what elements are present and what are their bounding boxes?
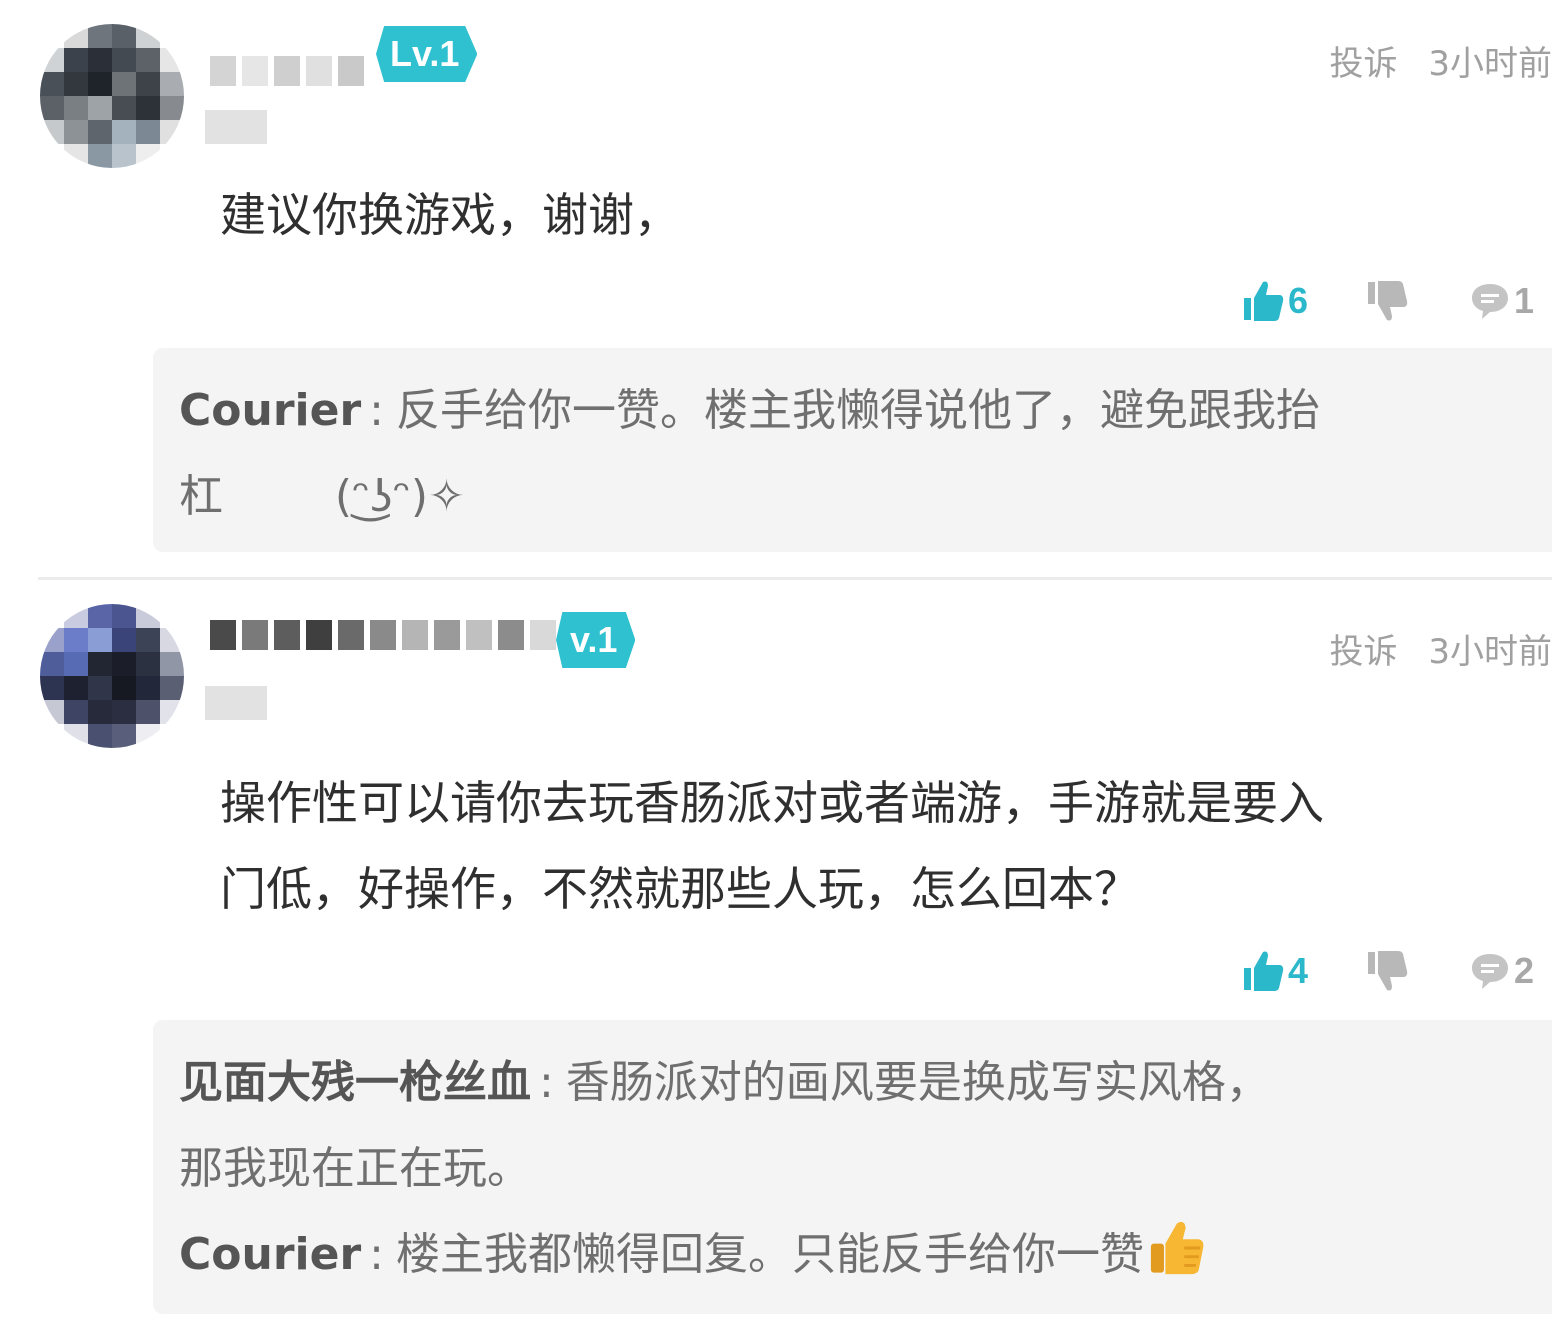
user-subtitle-redacted [205,686,267,720]
username-redacted[interactable] [210,56,364,86]
like-count: 6 [1288,280,1309,321]
comment-actions: 4 2 [1244,946,1552,996]
thumbs-up-icon [1244,951,1284,991]
reply-author[interactable]: 见面大残一枪丝血 [179,1057,531,1108]
speech-bubble-icon [1472,284,1508,319]
thumbs-down-icon [1368,951,1408,991]
like-button[interactable]: 6 [1244,276,1308,326]
reply-box[interactable]: 见面大残一枪丝血: 香肠派对的画风要是换成写实风格， 那我现在正在玩。 Couri… [153,1020,1552,1314]
comment-actions: 6 1 [1244,276,1552,326]
reply-box[interactable]: Courier: 反手给你一赞。楼主我懒得说他了，避免跟我抬 杠 (ᵔ͜ʖᵔ)✧ [153,348,1552,552]
comment-divider [38,577,1552,580]
dislike-button[interactable] [1368,276,1408,326]
speech-bubble-icon [1472,954,1508,989]
level-badge: v.1 [556,612,636,668]
username-redacted[interactable] [210,620,556,650]
reply-button[interactable]: 1 [1470,276,1534,326]
report-link[interactable]: 投诉 [1330,632,1398,672]
reply-count: 1 [1514,280,1535,321]
dislike-button[interactable] [1368,946,1408,996]
report-link[interactable]: 投诉 [1330,44,1398,84]
thumbs-up-emoji-icon [1150,1221,1204,1275]
reply-item: Courier: 反手给你一赞。楼主我懒得说他了，避免跟我抬 [179,368,1522,454]
comment-item: Lv.1 投诉 3小时前 建议你换游戏，谢谢， 6 1 Courier: 反手… [0,0,1552,560]
reply-author[interactable]: Courier [179,1229,361,1280]
comment-text-line: 操作性可以请你去玩香肠派对或者端游，手游就是要入 [220,776,1324,830]
level-badge: Lv.1 [376,26,478,82]
reply-count: 2 [1514,950,1535,991]
reply-text-continued: 杠 (ᵔ͜ʖᵔ)✧ [179,471,465,522]
avatar[interactable] [40,604,184,748]
timestamp: 3小时前 [1428,632,1552,672]
thumbs-up-icon [1244,281,1284,321]
reply-separator: : [369,1229,384,1280]
like-button[interactable]: 4 [1244,946,1308,996]
user-subtitle-redacted [205,110,267,144]
comment-text: 建议你换游戏，谢谢， [220,188,680,242]
comment-text-line: 门低，好操作，不然就那些人玩，怎么回本？ [220,862,1140,916]
reply-separator: : [539,1057,554,1108]
reply-item: 见面大残一枪丝血: 香肠派对的画风要是换成写实风格， [179,1040,1522,1126]
comment-meta: 投诉 3小时前 [1330,36,1552,85]
reply-button[interactable]: 2 [1470,946,1534,996]
reply-author[interactable]: Courier [179,385,361,436]
reply-text: 反手给你一赞。楼主我懒得说他了，避免跟我抬 [396,385,1320,436]
reply-item: Courier: 楼主我都懒得回复。只能反手给你一赞 [179,1212,1522,1298]
timestamp: 3小时前 [1428,44,1552,84]
avatar[interactable] [40,24,184,168]
reply-text: 楼主我都懒得回复。只能反手给你一赞 [396,1229,1144,1280]
reply-text: 香肠派对的画风要是换成写实风格， [565,1057,1270,1108]
reply-text-continued: 那我现在正在玩。 [179,1143,531,1194]
comment-item: v.1 投诉 3小时前 操作性可以请你去玩香肠派对或者端游，手游就是要入 门低，… [0,590,1552,1332]
comment-meta: 投诉 3小时前 [1330,624,1552,673]
like-count: 4 [1288,950,1309,991]
comment-text: 操作性可以请你去玩香肠派对或者端游，手游就是要入 门低，好操作，不然就那些人玩，… [220,760,1520,932]
thumbs-down-icon [1368,281,1408,321]
reply-separator: : [369,385,384,436]
